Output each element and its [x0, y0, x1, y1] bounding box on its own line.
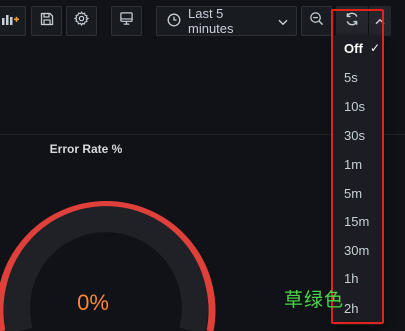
annotation-highlight-box — [331, 9, 384, 324]
annotation-watermark: 草绿色 — [284, 289, 345, 311]
gauge-value: 0% — [77, 290, 109, 315]
